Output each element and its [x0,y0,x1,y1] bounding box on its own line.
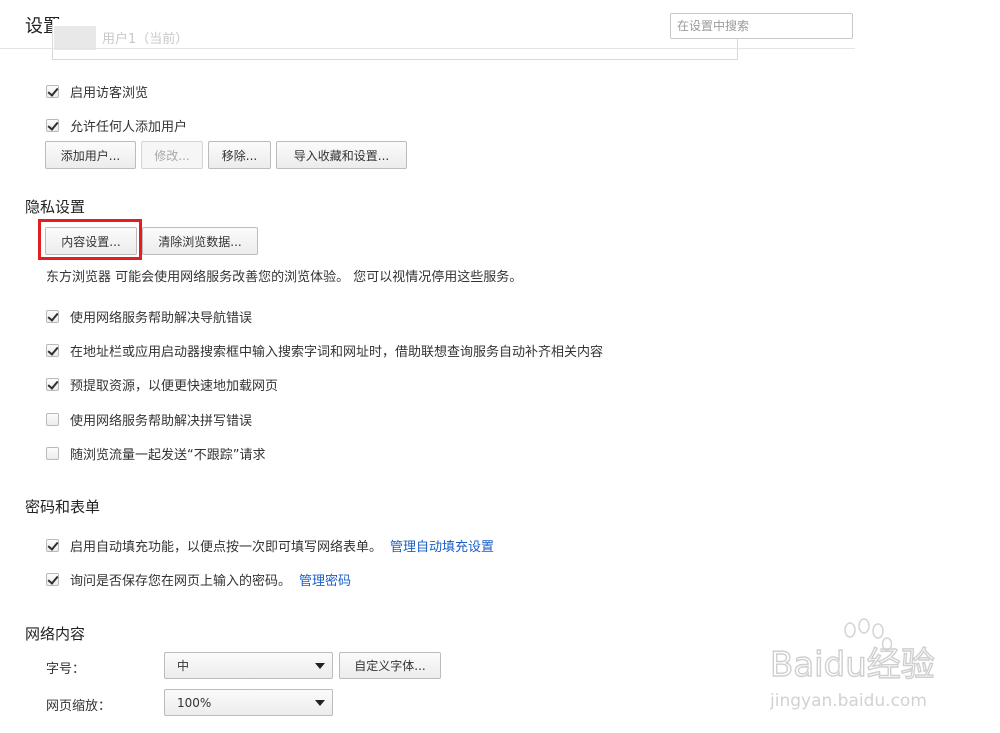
prefetch-checkbox-row[interactable]: 预提取资源，以便更快速地加载网页 [46,375,278,394]
settings-search-input[interactable] [670,13,853,39]
page-zoom-select[interactable]: 100% [164,689,333,716]
guest-browsing-checkbox[interactable] [46,85,59,98]
allow-add-user-checkbox[interactable] [46,119,59,132]
prefetch-checkbox[interactable] [46,378,59,391]
do-not-track-checkbox-row[interactable]: 随浏览流量一起发送“不跟踪”请求 [46,444,265,463]
clear-browsing-data-button[interactable]: 清除浏览数据... [142,227,258,255]
nav-error-checkbox-row[interactable]: 使用网络服务帮助解决导航错误 [46,307,252,326]
manage-passwords-link[interactable]: 管理密码 [299,570,351,589]
web-content-section-title: 网络内容 [25,625,86,643]
nav-error-checkbox[interactable] [46,310,59,323]
font-size-value: 中 [177,659,190,673]
font-size-select[interactable]: 中 [164,652,333,679]
allow-add-user-label: 允许任何人添加用户 [70,120,188,135]
highlight-box [38,219,142,260]
guest-browsing-label: 启用访客浏览 [70,86,149,101]
font-size-label: 字号： [46,662,86,677]
search-suggest-checkbox[interactable] [46,344,59,357]
nav-error-label: 使用网络服务帮助解决导航错误 [70,311,253,326]
header-divider [0,48,855,49]
do-not-track-label: 随浏览流量一起发送“不跟踪”请求 [70,448,266,463]
chevron-down-icon [315,663,325,669]
save-password-checkbox-row[interactable]: 询问是否保存您在网页上输入的密码。 管理密码 [46,570,351,589]
autofill-checkbox-row[interactable]: 启用自动填充功能，以便点按一次即可填写网络表单。 管理自动填充设置 [46,536,494,555]
watermark-brand: Baidu经验 [770,645,935,685]
save-password-checkbox[interactable] [46,573,59,586]
spelling-checkbox[interactable] [46,413,59,426]
autofill-checkbox[interactable] [46,539,59,552]
user-avatar [54,26,96,50]
privacy-description: 东方浏览器 可能会使用网络服务改善您的浏览体验。 您可以视情况停用这些服务。 [46,270,523,285]
allow-add-user-checkbox-row[interactable]: 允许任何人添加用户 [46,116,187,135]
spelling-checkbox-row[interactable]: 使用网络服务帮助解决拼写错误 [46,410,252,429]
watermark-url: jingyan.baidu.com [770,691,927,711]
chevron-down-icon [315,700,325,706]
page-zoom-value: 100% [177,695,212,710]
edit-user-button[interactable]: 修改... [141,141,203,169]
prefetch-label: 预提取资源，以便更快速地加载网页 [70,379,279,394]
custom-fonts-button[interactable]: 自定义字体... [339,652,441,679]
autofill-label: 启用自动填充功能，以便点按一次即可填写网络表单。 [70,540,383,555]
search-suggest-checkbox-row[interactable]: 在地址栏或应用启动器搜索框中输入搜索字词和网址时，借助联想查询服务自动补齐相关内… [46,341,603,360]
add-user-button[interactable]: 添加用户... [45,141,136,169]
do-not-track-checkbox[interactable] [46,447,59,460]
privacy-section-title: 隐私设置 [25,198,86,216]
spelling-label: 使用网络服务帮助解决拼写错误 [70,414,253,429]
passwords-section-title: 密码和表单 [25,498,101,516]
import-bookmarks-button[interactable]: 导入收藏和设置... [276,141,407,169]
manage-autofill-link[interactable]: 管理自动填充设置 [390,536,494,555]
remove-user-button[interactable]: 移除... [208,141,271,169]
search-suggest-label: 在地址栏或应用启动器搜索框中输入搜索字词和网址时，借助联想查询服务自动补齐相关内… [70,345,604,360]
current-user-item[interactable]: 用户1（当前） [102,28,188,47]
page-zoom-label: 网页缩放： [46,699,112,714]
guest-browsing-checkbox-row[interactable]: 启用访客浏览 [46,82,148,101]
save-password-label: 询问是否保存您在网页上输入的密码。 [70,574,292,589]
baidu-jingyan-watermark: Baidu经验 jingyan.baidu.com [770,618,935,711]
